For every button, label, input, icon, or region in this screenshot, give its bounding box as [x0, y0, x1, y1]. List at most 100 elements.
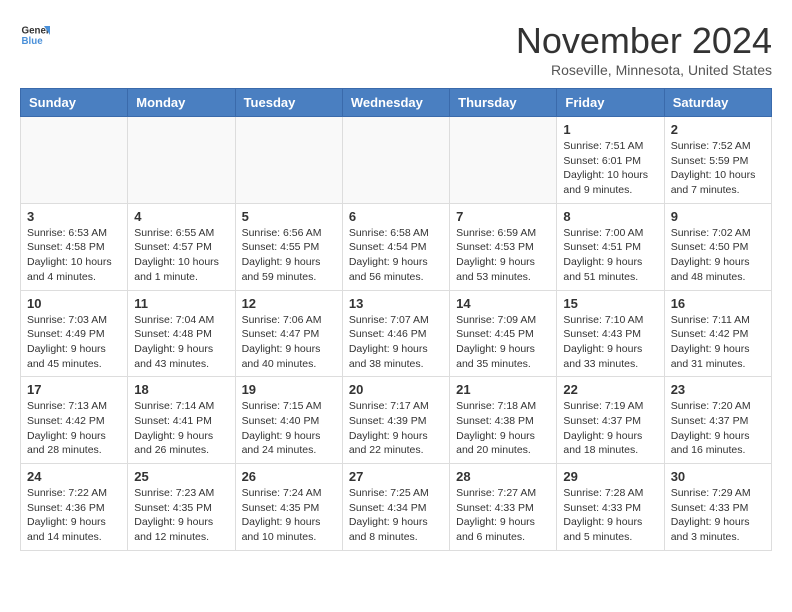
day-info: Sunrise: 6:53 AM Sunset: 4:58 PM Dayligh… — [27, 226, 121, 285]
day-info: Sunrise: 7:06 AM Sunset: 4:47 PM Dayligh… — [242, 313, 336, 372]
calendar-week-4: 17 Sunrise: 7:13 AM Sunset: 4:42 PM Dayli… — [21, 377, 772, 464]
day-info: Sunrise: 7:29 AM Sunset: 4:33 PM Dayligh… — [671, 486, 765, 545]
calendar-cell — [450, 117, 557, 204]
day-number: 14 — [456, 296, 550, 311]
day-info: Sunrise: 7:28 AM Sunset: 4:33 PM Dayligh… — [563, 486, 657, 545]
svg-text:Blue: Blue — [22, 36, 44, 47]
day-number: 20 — [349, 382, 443, 397]
col-header-saturday: Saturday — [664, 89, 771, 117]
day-info: Sunrise: 7:13 AM Sunset: 4:42 PM Dayligh… — [27, 399, 121, 458]
calendar-cell: 20 Sunrise: 7:17 AM Sunset: 4:39 PM Dayli… — [342, 377, 449, 464]
calendar-week-2: 3Sunrise: 6:53 AM Sunset: 4:58 PM Daylig… — [21, 203, 772, 290]
day-info: Sunrise: 7:09 AM Sunset: 4:45 PM Dayligh… — [456, 313, 550, 372]
day-number: 21 — [456, 382, 550, 397]
col-header-friday: Friday — [557, 89, 664, 117]
calendar-cell: 3Sunrise: 6:53 AM Sunset: 4:58 PM Daylig… — [21, 203, 128, 290]
logo: General Blue — [20, 20, 50, 50]
calendar-cell: 4Sunrise: 6:55 AM Sunset: 4:57 PM Daylig… — [128, 203, 235, 290]
calendar-cell: 9Sunrise: 7:02 AM Sunset: 4:50 PM Daylig… — [664, 203, 771, 290]
location: Roseville, Minnesota, United States — [516, 62, 772, 78]
col-header-wednesday: Wednesday — [342, 89, 449, 117]
col-header-monday: Monday — [128, 89, 235, 117]
day-info: Sunrise: 7:22 AM Sunset: 4:36 PM Dayligh… — [27, 486, 121, 545]
day-number: 8 — [563, 209, 657, 224]
logo-icon: General Blue — [20, 20, 50, 50]
day-info: Sunrise: 7:52 AM Sunset: 5:59 PM Dayligh… — [671, 139, 765, 198]
day-number: 27 — [349, 469, 443, 484]
day-info: Sunrise: 7:18 AM Sunset: 4:38 PM Dayligh… — [456, 399, 550, 458]
calendar-week-3: 10 Sunrise: 7:03 AM Sunset: 4:49 PM Dayli… — [21, 290, 772, 377]
calendar-cell: 16Sunrise: 7:11 AM Sunset: 4:42 PM Dayli… — [664, 290, 771, 377]
day-number: 29 — [563, 469, 657, 484]
day-number: 18 — [134, 382, 228, 397]
day-number: 12 — [242, 296, 336, 311]
calendar-cell — [342, 117, 449, 204]
day-info: Sunrise: 7:02 AM Sunset: 4:50 PM Dayligh… — [671, 226, 765, 285]
day-number: 11 — [134, 296, 228, 311]
calendar-cell: 22 Sunrise: 7:19 AM Sunset: 4:37 PM Dayli… — [557, 377, 664, 464]
calendar-cell: 23 Sunrise: 7:20 AM Sunset: 4:37 PM Dayli… — [664, 377, 771, 464]
day-number: 19 — [242, 382, 336, 397]
calendar-cell: 19 Sunrise: 7:15 AM Sunset: 4:40 PM Dayli… — [235, 377, 342, 464]
col-header-thursday: Thursday — [450, 89, 557, 117]
day-info: Sunrise: 7:24 AM Sunset: 4:35 PM Dayligh… — [242, 486, 336, 545]
day-number: 10 — [27, 296, 121, 311]
calendar-cell: 26Sunrise: 7:24 AM Sunset: 4:35 PM Dayli… — [235, 464, 342, 551]
calendar-cell: 15Sunrise: 7:10 AM Sunset: 4:43 PM Dayli… — [557, 290, 664, 377]
day-info: Sunrise: 7:15 AM Sunset: 4:40 PM Dayligh… — [242, 399, 336, 458]
day-number: 6 — [349, 209, 443, 224]
day-info: Sunrise: 7:03 AM Sunset: 4:49 PM Dayligh… — [27, 313, 121, 372]
day-number: 23 — [671, 382, 765, 397]
calendar-cell: 12 Sunrise: 7:06 AM Sunset: 4:47 PM Dayli… — [235, 290, 342, 377]
calendar-cell: 21 Sunrise: 7:18 AM Sunset: 4:38 PM Dayli… — [450, 377, 557, 464]
calendar-cell: 11 Sunrise: 7:04 AM Sunset: 4:48 PM Dayli… — [128, 290, 235, 377]
calendar-cell — [235, 117, 342, 204]
calendar-cell: 7Sunrise: 6:59 AM Sunset: 4:53 PM Daylig… — [450, 203, 557, 290]
col-header-sunday: Sunday — [21, 89, 128, 117]
calendar-week-5: 24Sunrise: 7:22 AM Sunset: 4:36 PM Dayli… — [21, 464, 772, 551]
day-number: 5 — [242, 209, 336, 224]
calendar-cell: 17 Sunrise: 7:13 AM Sunset: 4:42 PM Dayli… — [21, 377, 128, 464]
day-info: Sunrise: 7:20 AM Sunset: 4:37 PM Dayligh… — [671, 399, 765, 458]
calendar-cell: 30 Sunrise: 7:29 AM Sunset: 4:33 PM Dayli… — [664, 464, 771, 551]
day-info: Sunrise: 7:07 AM Sunset: 4:46 PM Dayligh… — [349, 313, 443, 372]
day-info: Sunrise: 6:58 AM Sunset: 4:54 PM Dayligh… — [349, 226, 443, 285]
day-info: Sunrise: 7:51 AM Sunset: 6:01 PM Dayligh… — [563, 139, 657, 198]
calendar-cell: 25 Sunrise: 7:23 AM Sunset: 4:35 PM Dayli… — [128, 464, 235, 551]
day-info: Sunrise: 6:55 AM Sunset: 4:57 PM Dayligh… — [134, 226, 228, 285]
day-number: 28 — [456, 469, 550, 484]
day-number: 13 — [349, 296, 443, 311]
day-number: 15 — [563, 296, 657, 311]
day-info: Sunrise: 7:04 AM Sunset: 4:48 PM Dayligh… — [134, 313, 228, 372]
day-number: 2 — [671, 122, 765, 137]
calendar-week-1: 1 Sunrise: 7:51 AM Sunset: 6:01 PM Daylig… — [21, 117, 772, 204]
day-info: Sunrise: 7:14 AM Sunset: 4:41 PM Dayligh… — [134, 399, 228, 458]
title-block: November 2024 Roseville, Minnesota, Unit… — [516, 20, 772, 78]
day-number: 7 — [456, 209, 550, 224]
day-info: Sunrise: 7:19 AM Sunset: 4:37 PM Dayligh… — [563, 399, 657, 458]
calendar-cell — [128, 117, 235, 204]
day-number: 22 — [563, 382, 657, 397]
day-info: Sunrise: 6:56 AM Sunset: 4:55 PM Dayligh… — [242, 226, 336, 285]
day-number: 30 — [671, 469, 765, 484]
calendar-cell: 27 Sunrise: 7:25 AM Sunset: 4:34 PM Dayli… — [342, 464, 449, 551]
day-info: Sunrise: 7:27 AM Sunset: 4:33 PM Dayligh… — [456, 486, 550, 545]
day-info: Sunrise: 7:11 AM Sunset: 4:42 PM Dayligh… — [671, 313, 765, 372]
day-number: 25 — [134, 469, 228, 484]
day-number: 1 — [563, 122, 657, 137]
calendar-cell: 5 Sunrise: 6:56 AM Sunset: 4:55 PM Daylig… — [235, 203, 342, 290]
calendar-cell: 24Sunrise: 7:22 AM Sunset: 4:36 PM Dayli… — [21, 464, 128, 551]
calendar-header-row: SundayMondayTuesdayWednesdayThursdayFrid… — [21, 89, 772, 117]
day-info: Sunrise: 7:23 AM Sunset: 4:35 PM Dayligh… — [134, 486, 228, 545]
calendar-cell: 8Sunrise: 7:00 AM Sunset: 4:51 PM Daylig… — [557, 203, 664, 290]
day-info: Sunrise: 7:25 AM Sunset: 4:34 PM Dayligh… — [349, 486, 443, 545]
calendar-cell: 28 Sunrise: 7:27 AM Sunset: 4:33 PM Dayli… — [450, 464, 557, 551]
day-number: 17 — [27, 382, 121, 397]
calendar-cell — [21, 117, 128, 204]
month-year: November 2024 — [516, 20, 772, 62]
calendar-cell: 13 Sunrise: 7:07 AM Sunset: 4:46 PM Dayli… — [342, 290, 449, 377]
calendar-cell: 18 Sunrise: 7:14 AM Sunset: 4:41 PM Dayli… — [128, 377, 235, 464]
day-info: Sunrise: 7:17 AM Sunset: 4:39 PM Dayligh… — [349, 399, 443, 458]
calendar-table: SundayMondayTuesdayWednesdayThursdayFrid… — [20, 88, 772, 551]
calendar-cell: 14 Sunrise: 7:09 AM Sunset: 4:45 PM Dayli… — [450, 290, 557, 377]
